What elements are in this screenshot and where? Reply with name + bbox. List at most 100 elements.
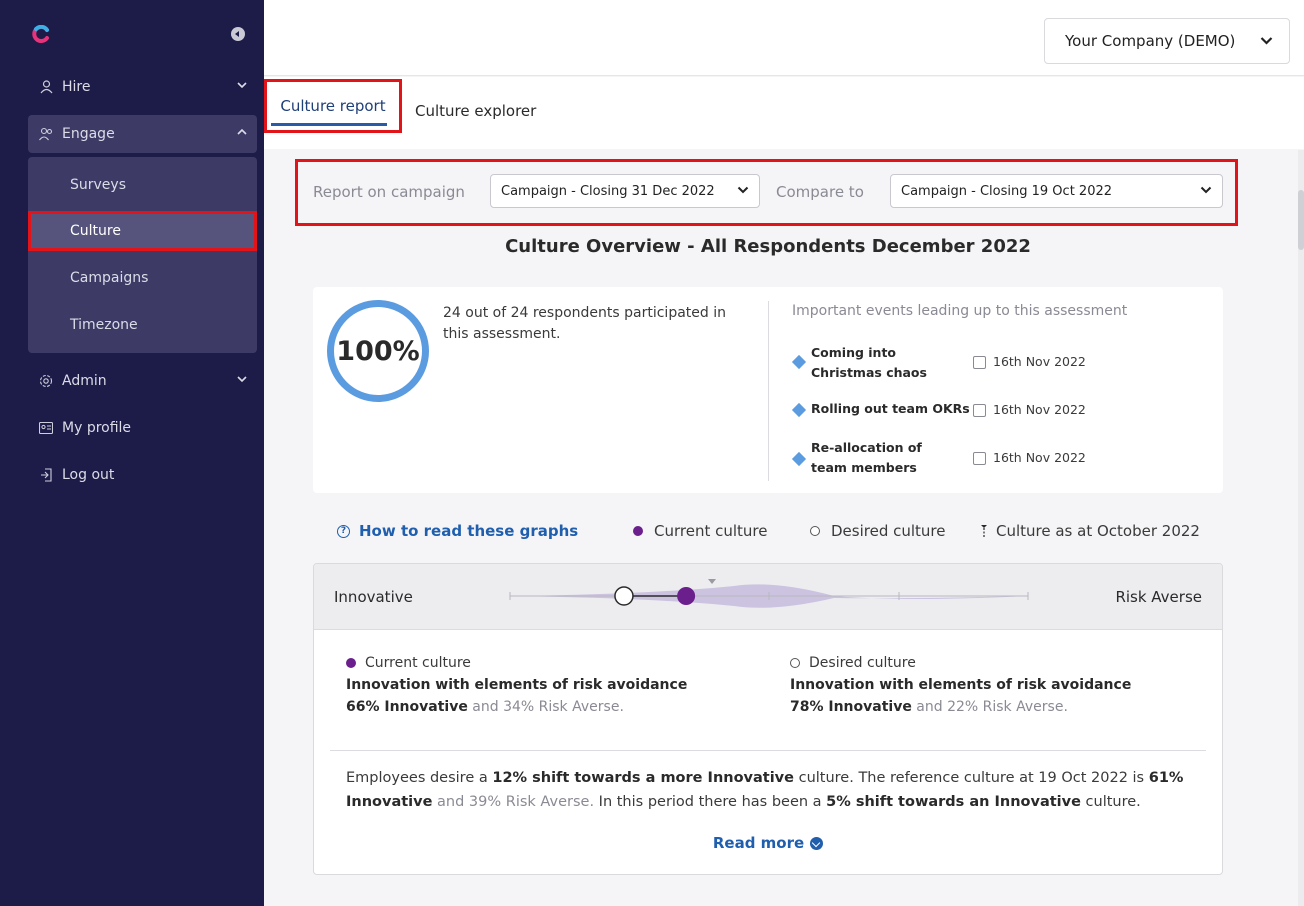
current-culture-dot-icon — [633, 526, 643, 536]
sidebar: Hire Engage Surveys Culture Campaigns Ti… — [0, 0, 264, 906]
how-to-read-link[interactable]: ? How to read these graphs — [337, 522, 578, 540]
current-culture-summary: Current culture Innovation with elements… — [346, 652, 766, 718]
calendar-icon — [973, 404, 986, 417]
sidebar-item-culture[interactable]: Culture — [28, 211, 257, 251]
sidebar-item-label: My profile — [62, 420, 132, 436]
brand-logo-icon[interactable] — [32, 25, 50, 43]
summary-text: culture. The reference culture at 19 Oct… — [793, 770, 1149, 786]
campaign-selector-bar: Report on campaign Campaign - Closing 31… — [295, 159, 1238, 226]
company-select[interactable]: Your Company (DEMO) — [1044, 18, 1290, 64]
culture-scale-header: Innovative Risk Averse — [314, 564, 1222, 630]
culture-dimension-card: Innovative Risk Averse Current culture I… — [313, 563, 1223, 875]
desired-culture-dot-icon — [810, 526, 820, 536]
participation-percent: 100% — [336, 335, 420, 367]
tab-label: Culture explorer — [415, 102, 537, 120]
chevron-down-icon — [737, 186, 749, 194]
chevron-down-icon — [1200, 186, 1212, 194]
participation-ring: 100% — [327, 300, 429, 402]
tab-culture-explorer[interactable]: Culture explorer — [415, 93, 536, 129]
tab-label: Culture report — [280, 97, 386, 115]
people-icon — [38, 126, 54, 142]
reference-marker-icon — [981, 525, 987, 537]
sidebar-item-timezone[interactable]: Timezone — [28, 305, 257, 345]
current-culture-percent: 66% Innovative — [346, 699, 468, 715]
legend-reference: Culture as at October 2022 — [981, 522, 1200, 540]
sidebar-item-label: Surveys — [70, 177, 126, 193]
compare-to-label: Compare to — [776, 183, 864, 201]
desired-culture-percent: 78% Innovative — [790, 699, 912, 715]
person-icon — [38, 79, 54, 95]
current-culture-dot-icon — [346, 658, 356, 668]
diamond-icon — [791, 451, 807, 467]
desired-culture-marker — [614, 586, 634, 606]
sidebar-item-hire[interactable]: Hire — [28, 68, 257, 106]
diamond-icon — [791, 402, 807, 418]
desired-culture-heading: Desired culture — [809, 655, 916, 671]
desired-culture-rest: and 22% Risk Averse. — [911, 699, 1068, 715]
participation-card: 100% 24 out of 24 respondents participat… — [313, 287, 1223, 493]
legend-current: Current culture — [633, 522, 767, 540]
divider — [768, 301, 769, 481]
company-select-value: Your Company (DEMO) — [1065, 32, 1236, 50]
help-icon: ? — [337, 524, 350, 538]
how-to-read-label: How to read these graphs — [359, 522, 579, 540]
culture-scale-chart — [509, 579, 1029, 608]
summary-text: Employees desire a — [346, 770, 493, 786]
legend-row: ? How to read these graphs Current cultu… — [313, 520, 1223, 544]
current-culture-title: Innovation with elements of risk avoidan… — [346, 677, 688, 693]
chevron-down-icon — [237, 82, 247, 89]
sidebar-item-label: Timezone — [70, 317, 138, 333]
page-title: Culture Overview - All Respondents Decem… — [505, 236, 1031, 257]
sidebar-item-label: Log out — [62, 467, 115, 483]
legend-label: Culture as at October 2022 — [996, 522, 1200, 540]
chevron-up-icon — [237, 128, 247, 135]
id-card-icon — [38, 420, 54, 436]
legend-desired: Desired culture — [810, 522, 946, 540]
event-name: Re-allocation of team members — [811, 440, 922, 475]
events-title: Important events leading up to this asse… — [792, 303, 1128, 319]
tab-culture-report[interactable]: Culture report — [264, 79, 402, 133]
scrollbar-thumb[interactable] — [1298, 190, 1304, 250]
event-item: Rolling out team OKRs 16th Nov 2022 — [791, 400, 1212, 440]
compare-campaign-select[interactable]: Campaign - Closing 19 Oct 2022 — [890, 174, 1223, 208]
sidebar-item-campaigns[interactable]: Campaigns — [28, 258, 257, 298]
page-scrollbar[interactable] — [1298, 150, 1304, 906]
current-culture-heading: Current culture — [365, 655, 471, 671]
event-date: 16th Nov 2022 — [993, 402, 1086, 417]
event-name: Coming into Christmas chaos — [811, 345, 927, 380]
sidebar-item-log-out[interactable]: Log out — [28, 456, 257, 494]
report-campaign-select[interactable]: Campaign - Closing 31 Dec 2022 — [490, 174, 760, 208]
summary-text: culture. — [1080, 794, 1141, 810]
sidebar-item-label: Engage — [62, 126, 115, 142]
desired-culture-summary: Desired culture Innovation with elements… — [790, 652, 1210, 718]
event-name: Rolling out team OKRs — [811, 401, 970, 416]
current-culture-marker — [677, 587, 696, 605]
scale-left-label: Innovative — [334, 588, 413, 606]
sidebar-item-engage[interactable]: Engage — [28, 115, 257, 153]
participation-text: 24 out of 24 respondents participated in… — [443, 305, 726, 342]
report-on-campaign-label: Report on campaign — [313, 183, 465, 201]
reference-culture-marker — [708, 579, 717, 584]
calendar-icon — [973, 452, 986, 465]
sidebar-item-admin[interactable]: Admin — [28, 362, 257, 400]
chevron-down-icon — [237, 376, 247, 383]
event-date: 16th Nov 2022 — [993, 450, 1086, 465]
sidebar-item-surveys[interactable]: Surveys — [28, 165, 257, 205]
sidebar-item-label: Campaigns — [70, 270, 149, 286]
collapse-sidebar-icon[interactable] — [231, 27, 245, 41]
desired-culture-dot-icon — [790, 658, 800, 668]
sidebar-item-label: Admin — [62, 373, 107, 389]
legend-label: Desired culture — [831, 522, 946, 540]
desired-culture-title: Innovation with elements of risk avoidan… — [790, 677, 1132, 693]
event-item: Re-allocation of team members 16th Nov 2… — [791, 438, 1212, 478]
sidebar-item-my-profile[interactable]: My profile — [28, 409, 257, 447]
read-more-label: Read more — [712, 834, 805, 852]
logout-icon — [38, 467, 54, 483]
diamond-icon — [791, 354, 807, 370]
active-tab-indicator — [271, 123, 387, 126]
compare-campaign-value: Campaign - Closing 19 Oct 2022 — [901, 183, 1113, 199]
summary-highlight: 12% shift towards a more Innovative — [492, 770, 794, 786]
summary-text: and 39% Risk Averse. — [432, 794, 595, 810]
chevron-down-circle-icon — [810, 836, 824, 850]
read-more-link[interactable]: Read more — [314, 834, 1222, 852]
